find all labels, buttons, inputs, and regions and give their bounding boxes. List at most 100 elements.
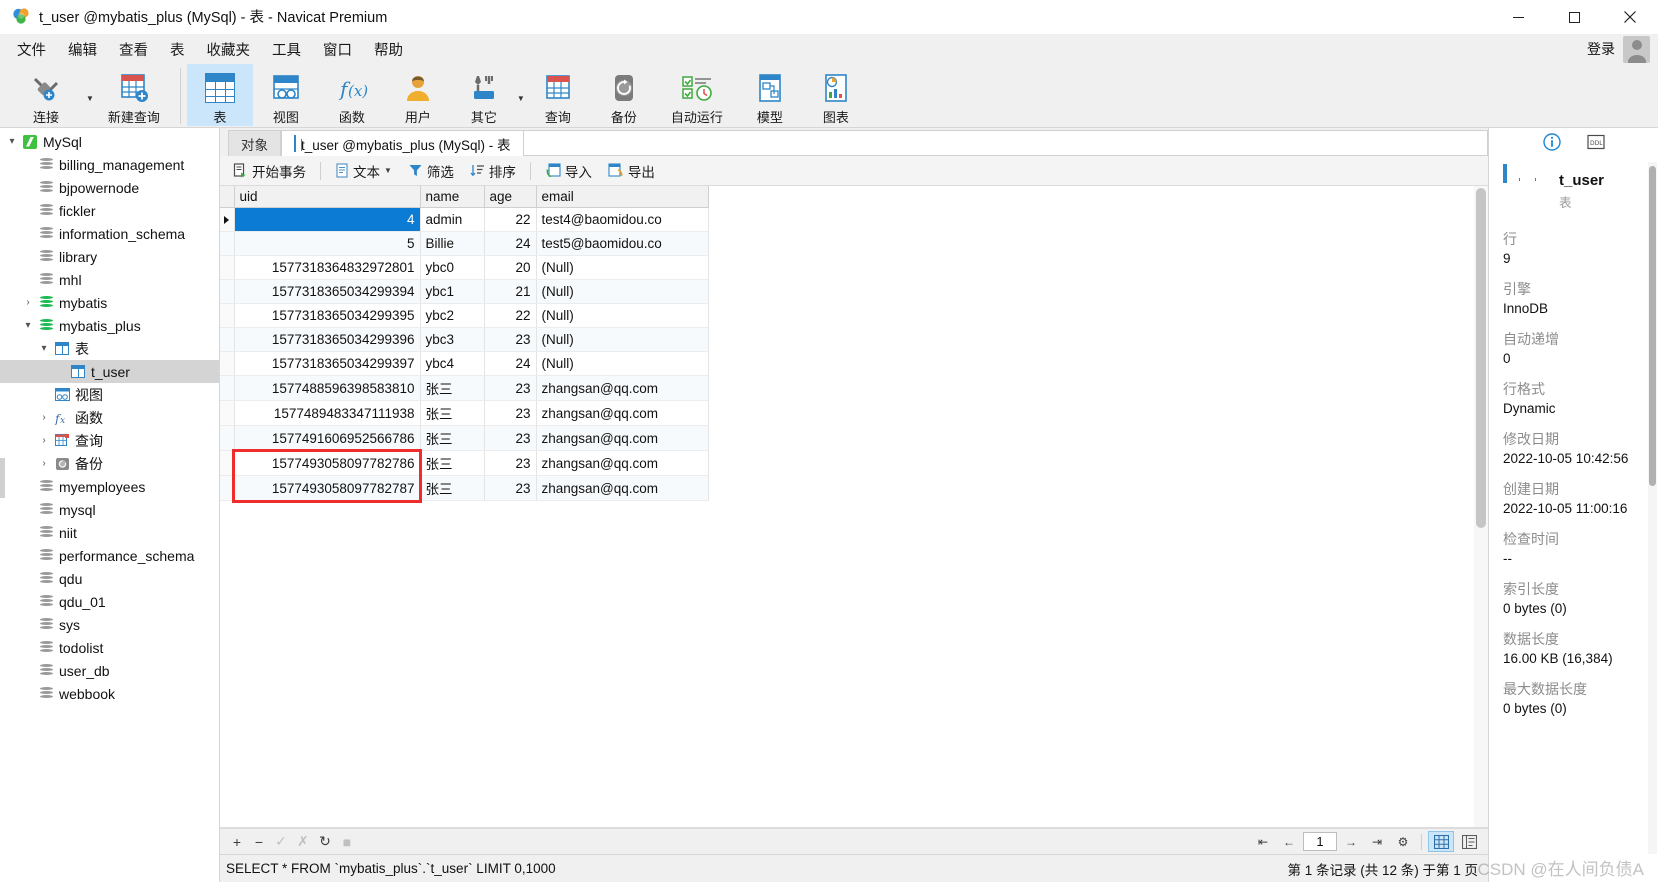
sidebar-item-mybatis[interactable]: › mybatis xyxy=(0,291,219,314)
delete-record-button[interactable]: − xyxy=(248,831,270,853)
menu-window[interactable]: 窗口 xyxy=(312,35,363,64)
cell-email[interactable]: zhangsan@qq.com xyxy=(536,425,709,451)
cell-uid[interactable]: 1577488596398583810 xyxy=(234,375,421,401)
last-page-button[interactable]: ⇥ xyxy=(1365,832,1389,852)
cell-uid[interactable]: 1577318365034299396 xyxy=(234,327,421,352)
row-marker[interactable] xyxy=(220,425,235,451)
table-row[interactable]: 1577318365034299394 ybc1 21 (Null) xyxy=(220,279,709,304)
sidebar-item-mhl[interactable]: mhl xyxy=(0,268,219,291)
cell-uid[interactable]: 4 xyxy=(234,207,421,232)
menu-help[interactable]: 帮助 xyxy=(363,35,414,64)
tree-twisty[interactable]: › xyxy=(20,297,36,308)
connection-dropdown-caret[interactable]: ▼ xyxy=(86,64,94,126)
avatar[interactable] xyxy=(1623,35,1650,63)
cell-uid[interactable]: 1577493058097782787 xyxy=(234,475,421,501)
cell-age[interactable]: 22 xyxy=(484,207,537,232)
table-row[interactable]: 1577318365034299395 ybc2 22 (Null) xyxy=(220,303,709,328)
sidebar-item-niit[interactable]: niit xyxy=(0,521,219,544)
table-row[interactable]: 1577488596398583810 张三 23 zhangsan@qq.com xyxy=(220,375,709,401)
cell-email[interactable]: (Null) xyxy=(536,351,709,376)
cell-uid[interactable]: 1577493058097782786 xyxy=(234,450,421,476)
cell-name[interactable]: ybc4 xyxy=(420,351,485,376)
sidebar-item-idx13[interactable]: › 查询 xyxy=(0,429,219,452)
row-marker[interactable] xyxy=(220,351,235,376)
table-row[interactable]: 1577491606952566786 张三 23 zhangsan@qq.com xyxy=(220,425,709,451)
cell-age[interactable]: 20 xyxy=(484,255,537,280)
row-marker[interactable] xyxy=(220,303,235,328)
page-settings-button[interactable]: ⚙ xyxy=(1391,832,1415,852)
row-marker[interactable] xyxy=(220,279,235,304)
sidebar-item-user_db[interactable]: user_db xyxy=(0,659,219,682)
cell-email[interactable]: zhangsan@qq.com xyxy=(536,375,709,401)
grid-vertical-scrollbar[interactable] xyxy=(1474,186,1488,827)
cell-name[interactable]: ybc3 xyxy=(420,327,485,352)
sidebar-item-idx9[interactable]: ▾ 表 xyxy=(0,337,219,360)
export-button[interactable]: 导出 xyxy=(601,158,662,184)
minimize-button[interactable] xyxy=(1490,0,1546,34)
ribbon-model[interactable]: 模型 xyxy=(737,64,803,126)
cell-email[interactable]: (Null) xyxy=(536,255,709,280)
ribbon-automation[interactable]: 自动运行 xyxy=(657,64,737,126)
cell-name[interactable]: 张三 xyxy=(420,425,485,451)
stop-button[interactable]: ■ xyxy=(336,831,358,853)
apply-changes-button[interactable]: ✓ xyxy=(270,831,292,853)
row-marker[interactable] xyxy=(220,207,235,232)
sidebar-item-MySql[interactable]: ▾ MySql xyxy=(0,130,219,153)
data-grid[interactable]: uid name age email 4 admin 22 test4@baomido… xyxy=(220,186,1488,828)
cell-email[interactable]: zhangsan@qq.com xyxy=(536,475,709,501)
column-header-uid[interactable]: uid xyxy=(234,186,421,208)
cell-uid[interactable]: 1577318365034299394 xyxy=(234,279,421,304)
table-row[interactable]: 1577318365034299396 ybc3 23 (Null) xyxy=(220,327,709,352)
table-row[interactable]: 1577493058097782787 张三 23 zhangsan@qq.com xyxy=(220,475,709,501)
cell-uid[interactable]: 1577491606952566786 xyxy=(234,425,421,451)
ribbon-function[interactable]: f (x) 函数 xyxy=(319,64,385,126)
menu-table[interactable]: 表 xyxy=(159,35,196,64)
next-page-button[interactable]: → xyxy=(1339,832,1363,852)
row-marker[interactable] xyxy=(220,400,235,426)
sidebar-item-todolist[interactable]: todolist xyxy=(0,636,219,659)
cell-age[interactable]: 23 xyxy=(484,475,537,501)
cell-email[interactable]: test5@baomidou.co xyxy=(536,231,709,256)
sidebar-item-t_user[interactable]: t_user xyxy=(0,360,219,383)
sidebar-item-billing_management[interactable]: billing_management xyxy=(0,153,219,176)
cell-name[interactable]: 张三 xyxy=(420,375,485,401)
cell-age[interactable]: 23 xyxy=(484,425,537,451)
sidebar-item-idx14[interactable]: › 备份 xyxy=(0,452,219,475)
sidebar-item-mysql[interactable]: mysql xyxy=(0,498,219,521)
menu-favorites[interactable]: 收藏夹 xyxy=(196,35,262,64)
ribbon-query[interactable]: 查询 xyxy=(525,64,591,126)
cell-age[interactable]: 23 xyxy=(484,375,537,401)
cell-uid[interactable]: 1577318365034299395 xyxy=(234,303,421,328)
cell-name[interactable]: admin xyxy=(420,207,485,232)
refresh-button[interactable]: ↻ xyxy=(314,831,336,853)
cell-email[interactable]: zhangsan@qq.com xyxy=(536,450,709,476)
sidebar-item-bjpowernode[interactable]: bjpowernode xyxy=(0,176,219,199)
cell-age[interactable]: 22 xyxy=(484,303,537,328)
cell-age[interactable]: 23 xyxy=(484,450,537,476)
column-header-age[interactable]: age xyxy=(484,186,537,208)
tree-twisty[interactable]: › xyxy=(36,435,52,446)
table-row[interactable]: 1577493058097782786 张三 23 zhangsan@qq.com xyxy=(220,450,709,476)
tree-twisty[interactable]: ▾ xyxy=(36,343,52,354)
ribbon-user[interactable]: 用户 xyxy=(385,64,451,126)
cell-name[interactable]: ybc0 xyxy=(420,255,485,280)
cell-age[interactable]: 21 xyxy=(484,279,537,304)
ribbon-table[interactable]: 表 xyxy=(186,64,253,126)
cell-uid[interactable]: 1577318365034299397 xyxy=(234,351,421,376)
cell-uid[interactable]: 5 xyxy=(234,231,421,256)
cell-name[interactable]: ybc2 xyxy=(420,303,485,328)
sidebar-item-webbook[interactable]: webbook xyxy=(0,682,219,705)
cell-name[interactable]: 张三 xyxy=(420,400,485,426)
sidebar-item-fickler[interactable]: fickler xyxy=(0,199,219,222)
ribbon-other[interactable]: 其它 xyxy=(451,64,517,126)
cell-age[interactable]: 24 xyxy=(484,231,537,256)
cell-email[interactable]: (Null) xyxy=(536,279,709,304)
ribbon-backup[interactable]: 备份 xyxy=(591,64,657,126)
menu-edit[interactable]: 编辑 xyxy=(57,35,108,64)
info-panel-scrollbar[interactable] xyxy=(1648,162,1657,854)
row-marker[interactable] xyxy=(220,231,235,256)
sidebar-item-qdu[interactable]: qdu xyxy=(0,567,219,590)
menu-file[interactable]: 文件 xyxy=(6,35,57,64)
sidebar-item-sys[interactable]: sys xyxy=(0,613,219,636)
cell-email[interactable]: (Null) xyxy=(536,327,709,352)
